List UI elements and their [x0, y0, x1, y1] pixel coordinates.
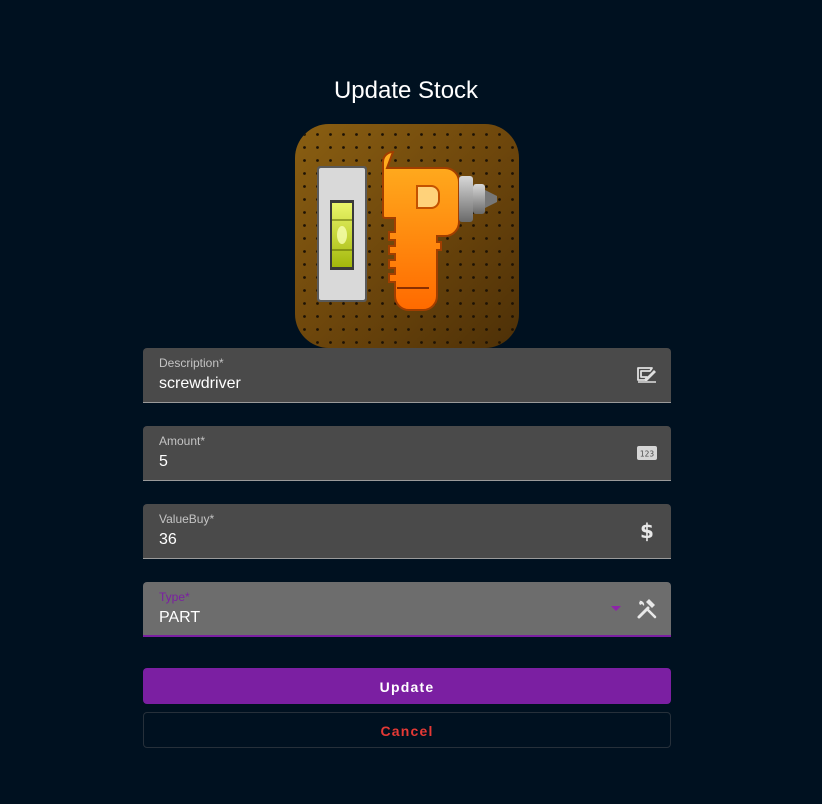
description-input[interactable] — [159, 374, 599, 394]
dialog-title: Update Stock — [333, 77, 479, 104]
update-stock-dialog: Update Stock Description* screwdriver Am… — [0, 0, 822, 804]
dollar-icon: $ — [635, 519, 659, 543]
app-logo — [295, 124, 519, 348]
valuebuy-field[interactable]: ValueBuy* $ — [143, 504, 671, 559]
valuebuy-label: ValueBuy* — [159, 512, 215, 526]
type-selected-value: PART — [159, 609, 201, 626]
type-select[interactable]: Type* PART — [143, 582, 671, 637]
toolbox-logo-icon — [295, 124, 519, 348]
valuebuy-input[interactable] — [159, 530, 599, 550]
amount-input[interactable] — [159, 452, 599, 472]
svg-text:123: 123 — [640, 450, 655, 459]
amount-label: Amount* — [159, 434, 206, 448]
cancel-button[interactable]: Cancel — [143, 712, 671, 748]
description-field[interactable]: Description* — [143, 348, 671, 403]
description-label: Description* — [159, 356, 224, 370]
numeric-123-icon: 123 — [635, 441, 659, 465]
dropdown-arrow-icon[interactable] — [611, 606, 621, 611]
amount-field[interactable]: Amount* 123 — [143, 426, 671, 481]
svg-text:$: $ — [640, 519, 654, 543]
type-label: Type* — [159, 590, 190, 604]
tools-icon — [635, 597, 659, 621]
text-edit-icon — [635, 363, 659, 387]
update-button[interactable]: Update — [143, 668, 671, 704]
